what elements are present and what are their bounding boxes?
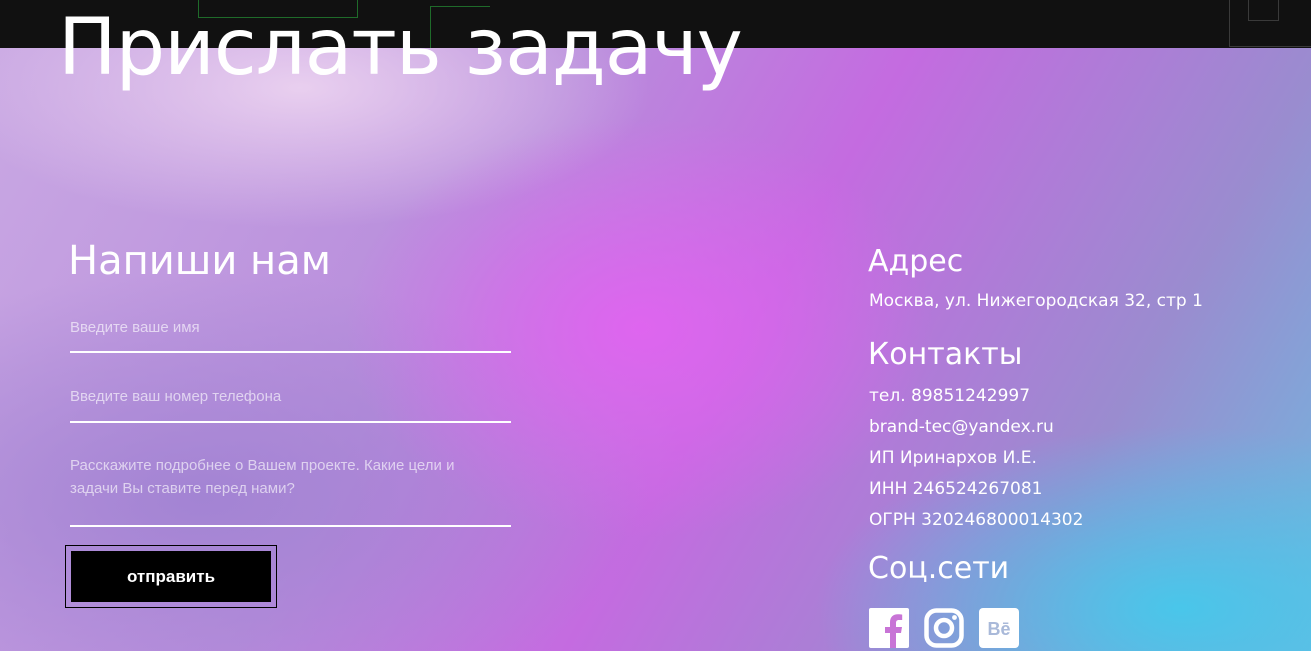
form-heading: Напиши нам	[68, 238, 331, 284]
contact-ogrn: ОГРН 320246800014302	[869, 510, 1084, 530]
contact-company: ИП Иринархов И.Е.	[869, 448, 1037, 468]
project-description-field[interactable]: Расскажите подробнее о Вашем проекте. Ка…	[70, 454, 511, 527]
page-title: Прислать задачу	[58, 3, 743, 93]
phone-field[interactable]: Введите ваш номер телефона	[70, 385, 511, 423]
instagram-icon[interactable]	[924, 608, 964, 648]
svg-text:Bē: Bē	[987, 619, 1010, 639]
contact-inn: ИНН 246524267081	[869, 479, 1043, 499]
facebook-icon[interactable]	[869, 608, 909, 648]
contacts-heading: Контакты	[868, 337, 1023, 372]
decorative-box	[1248, 0, 1279, 21]
address-heading: Адрес	[868, 244, 964, 279]
phone-placeholder: Введите ваш номер телефона	[70, 388, 282, 405]
project-description-placeholder: Расскажите подробнее о Вашем проекте. Ка…	[70, 457, 455, 497]
name-field[interactable]: Введите ваше имя	[70, 316, 511, 353]
submit-button[interactable]: отправить	[71, 551, 271, 602]
socials-heading: Соц.сети	[868, 551, 1010, 586]
contact-phone[interactable]: тел. 89851242997	[869, 385, 1030, 407]
name-placeholder: Введите ваше имя	[70, 319, 200, 336]
contact-email[interactable]: brand-tec@yandex.ru	[869, 416, 1054, 438]
address-value: Москва, ул. Нижегородская 32, стр 1	[869, 291, 1203, 311]
behance-icon[interactable]: Bē	[979, 608, 1019, 648]
